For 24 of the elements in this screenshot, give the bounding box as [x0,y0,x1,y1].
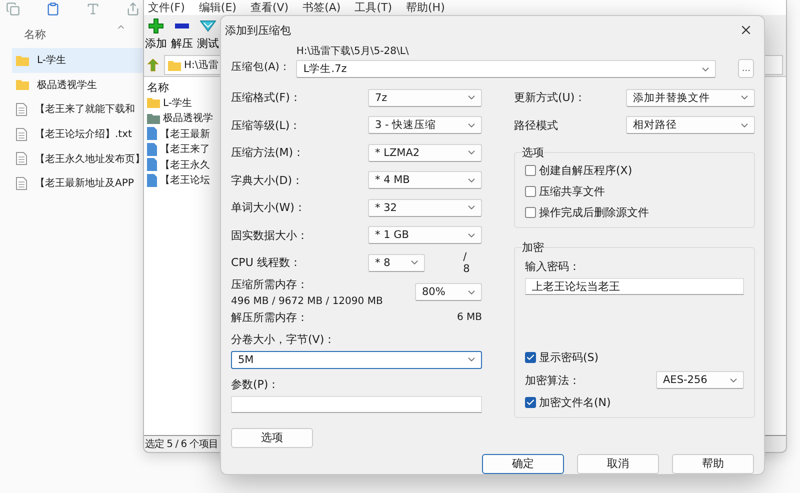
field-label: CPU 线程数： [231,255,301,270]
field-label: 字典大小(D)： [231,172,304,188]
field-label: 更新方式(U)： [514,90,586,106]
thread-count: / 8 [463,250,471,275]
field-label: 压缩包(A)： [231,60,290,74]
status-text: 选定 5 / 6 个项目 [144,438,218,452]
memory-usage: 496 MB / 9672 MB / 12090 MB [231,296,383,307]
field-label: 参数(P)： [231,376,280,392]
field-label: 固实数据大小： [231,228,308,243]
memory-value: 6 MB [456,312,482,323]
field-label: 解压所需内存： [231,310,308,325]
dialog-title: 添加到压缩包 [225,22,291,38]
field-label: 分卷大小，字节(V)： [231,332,336,346]
group-title: 选项 [522,145,544,160]
field-label: 路径模式 [514,118,558,133]
field-label: 单词大小(W)： [231,200,306,216]
field-label: 压缩方法(M)： [231,145,304,160]
field-label: 输入密码： [525,259,581,274]
field-label: 压缩格式(F)： [231,90,301,106]
archive-path: H:\迅雷下载\5月\5-28\L\ [296,44,410,58]
field-label: 加密算法： [525,372,580,388]
field-label: 压缩等级(L)： [231,118,301,133]
group-title: 加密 [522,240,544,255]
field-label: 压缩所需内存： [231,277,309,292]
